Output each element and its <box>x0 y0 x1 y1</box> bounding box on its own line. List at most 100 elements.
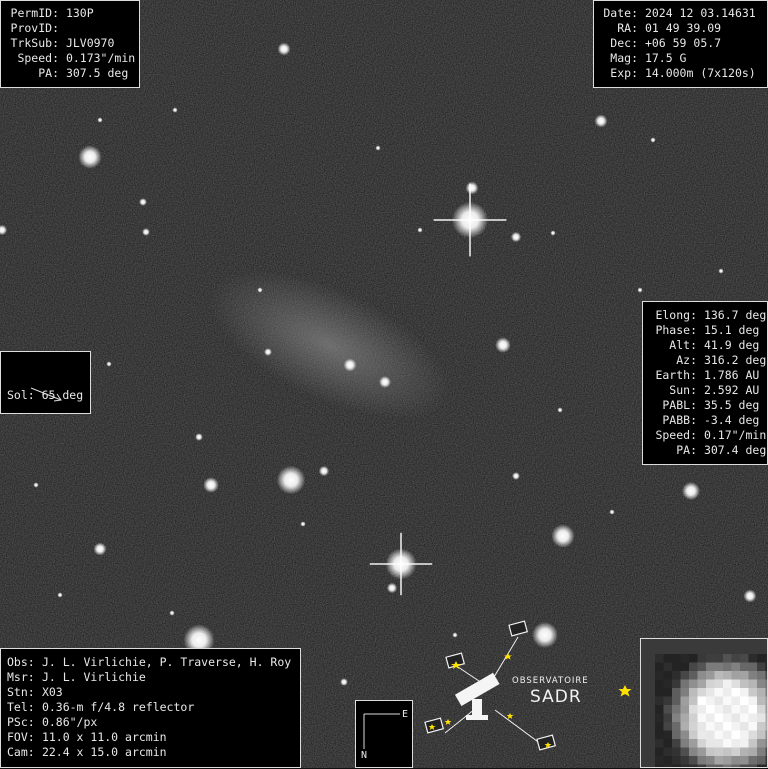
obs-label: PSc: <box>7 715 35 729</box>
star <box>78 145 102 169</box>
observation-info-row: Dec: +06 59 05.7 <box>600 36 761 51</box>
zoom-pixel <box>671 739 681 748</box>
observatory-logo: OBSERVATOIRE SADR <box>420 615 645 765</box>
object-info-row: PermID: 130P <box>7 6 133 21</box>
star <box>417 227 423 233</box>
zoom-pixel <box>663 696 673 706</box>
ephemeris-row: Alt: 41.9 deg <box>649 338 761 353</box>
zoom-pixel <box>748 696 758 706</box>
ephemeris-value: 316.2 deg <box>703 353 767 367</box>
zoom-pixel <box>756 654 766 663</box>
zoom-pixel <box>714 756 724 765</box>
star <box>681 481 701 501</box>
ephemeris-value: 136.7 deg <box>703 308 767 322</box>
zoom-pixel <box>688 671 698 680</box>
star <box>550 230 556 236</box>
zoom-pixel <box>756 730 766 740</box>
zoom-pixel <box>714 705 724 714</box>
obs-value: X03 <box>41 685 63 699</box>
zoom-pixel <box>731 679 741 689</box>
sun-direction-panel: Sol: 65 deg <box>0 351 91 414</box>
zoom-pixel <box>697 679 707 689</box>
zoom-pixel <box>756 713 766 723</box>
ephemeris-value: 15.1 deg <box>703 323 760 337</box>
star <box>743 589 757 603</box>
zoom-pixel <box>680 696 690 706</box>
star <box>172 107 178 113</box>
zoom-pixel <box>654 679 664 689</box>
obs-label: Cam: <box>7 745 35 759</box>
zoom-pixel <box>671 730 681 740</box>
zoom-pixel <box>671 747 681 757</box>
zoom-pixel <box>654 713 664 723</box>
zoom-pixel <box>697 730 707 740</box>
zoom-pixel <box>663 671 673 680</box>
star <box>203 477 219 493</box>
zoom-pixel <box>731 696 741 706</box>
obs-row: Obs: J. L. Virlichie, P. Traverse, H. Ro… <box>7 655 294 670</box>
obs-label: Msr: <box>7 670 35 684</box>
zoom-pixel <box>714 764 724 767</box>
zoom-pixel <box>756 662 766 672</box>
zoom-pixel <box>680 688 690 697</box>
zoom-pixel <box>688 705 698 714</box>
ephemeris-row: PABB: -3.4 deg <box>649 413 761 428</box>
zoom-pixel <box>697 654 707 663</box>
ephemeris-row: Phase: 15.1 deg <box>649 323 761 338</box>
object-info-label: ProvID: <box>10 21 59 35</box>
star <box>495 337 511 353</box>
star <box>718 268 724 274</box>
zoom-pixel <box>671 671 681 680</box>
zoom-pixel <box>756 696 766 706</box>
zoom-pixel <box>748 679 758 689</box>
observation-info-row: Date: 2024 12 03.14631 <box>600 6 761 21</box>
zoom-pixel <box>705 654 715 663</box>
object-info-value: 0.173"/min <box>65 51 136 65</box>
ephemeris-value: 1.786 AU <box>703 368 760 382</box>
zoom-pixel <box>663 679 673 689</box>
obs-value: J. L. Virlichie, P. Traverse, H. Roy <box>41 655 292 669</box>
zoom-pixel <box>748 747 758 757</box>
zoom-pixel <box>705 705 715 714</box>
star <box>257 287 263 293</box>
obs-row: Msr: J. L. Virlichie <box>7 670 294 685</box>
object-info-row: TrkSub: JLV0970 <box>7 36 133 51</box>
ephemeris-panel: Elong: 136.7 deg Phase: 15.1 deg Alt: 41.9… <box>642 301 768 465</box>
zoom-pixel <box>756 739 766 748</box>
star <box>386 582 398 594</box>
star <box>451 201 489 239</box>
ephemeris-value: -3.4 deg <box>703 413 760 427</box>
object-info-label: TrkSub: <box>10 36 59 50</box>
zoom-pixel <box>680 679 690 689</box>
zoom-pixel <box>680 756 690 765</box>
zoom-pixel <box>688 722 698 731</box>
ephemeris-row: PABL: 35.5 deg <box>649 398 761 413</box>
star <box>195 433 203 441</box>
object-info-row: Speed: 0.173"/min <box>7 51 136 66</box>
ephemeris-label: Az: <box>676 353 697 367</box>
star <box>594 114 608 128</box>
zoom-pixel <box>663 722 673 731</box>
zoom-pixel <box>688 679 698 689</box>
zoom-pixel <box>688 747 698 757</box>
zoom-pixel <box>671 696 681 706</box>
zoom-pixel <box>697 739 707 748</box>
obs-value: 0.86"/px <box>41 715 98 729</box>
zoom-pixel <box>731 662 741 672</box>
ephemeris-row: Earth: 1.786 AU <box>649 368 761 383</box>
observation-info-value: 2024 12 03.14631 <box>644 6 756 20</box>
zoom-pixel <box>705 764 715 767</box>
zoom-pixel <box>680 722 690 731</box>
zoom-pixel <box>714 688 724 697</box>
ephemeris-label: Alt: <box>669 338 697 352</box>
zoom-pixel <box>654 662 664 672</box>
zoom-pixel <box>714 696 724 706</box>
obs-row: Tel: 0.36-m f/4.8 reflector <box>7 700 294 715</box>
zoom-pixel <box>722 671 732 680</box>
object-info-panel: PermID: 130P ProvID: TrkSub: JLV0970 Speed… <box>0 0 140 88</box>
object-info-label: PermID: <box>10 6 59 20</box>
zoom-pixel <box>688 654 698 663</box>
zoom-pixel <box>731 654 741 663</box>
ephemeris-value: 0.17"/min <box>703 428 767 442</box>
observation-info-value: 14.000m (7x120s) <box>644 66 756 80</box>
